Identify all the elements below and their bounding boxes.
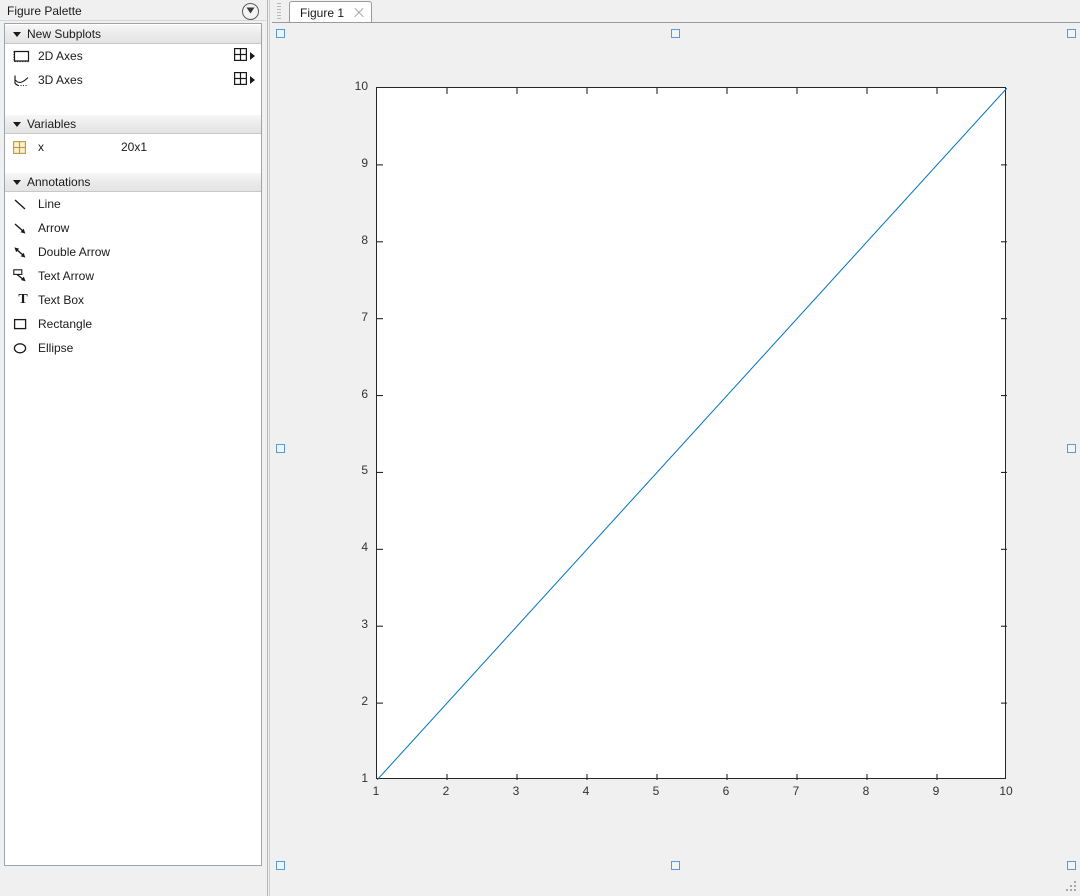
variable-grid-icon bbox=[13, 141, 33, 154]
chevron-down-icon bbox=[13, 180, 21, 185]
close-icon[interactable] bbox=[353, 7, 365, 19]
tab-label: Figure 1 bbox=[300, 6, 344, 20]
palette-item-rectangle[interactable]: Rectangle bbox=[5, 312, 261, 336]
palette-item-label: Arrow bbox=[38, 221, 69, 235]
y-tick-label: 8 bbox=[330, 233, 368, 247]
arrow-icon bbox=[13, 222, 33, 235]
y-tick-label: 1 bbox=[330, 771, 368, 785]
subplot-grid-control[interactable] bbox=[234, 68, 255, 92]
x-tick-label: 6 bbox=[706, 784, 746, 798]
section-label: Annotations bbox=[27, 175, 90, 189]
palette-item-label: Rectangle bbox=[38, 317, 92, 331]
figure-palette-panel: Figure Palette New Subplots bbox=[0, 0, 266, 872]
y-tick-label: 2 bbox=[330, 694, 368, 708]
x-tick-label: 5 bbox=[636, 784, 676, 798]
resize-grip-icon[interactable] bbox=[1065, 881, 1078, 894]
grid-2x2-icon[interactable] bbox=[234, 48, 247, 64]
section-header-annotations[interactable]: Annotations bbox=[5, 172, 261, 192]
chevron-down-icon bbox=[13, 122, 21, 127]
palette-item-label: Ellipse bbox=[38, 341, 73, 355]
y-tick-label: 4 bbox=[330, 540, 368, 554]
palette-item-label: Text Box bbox=[38, 293, 84, 307]
x-tick-label: 2 bbox=[426, 784, 466, 798]
text-box-icon: T bbox=[13, 293, 33, 307]
x-tick-label: 10 bbox=[986, 784, 1026, 798]
section-label: Variables bbox=[27, 117, 76, 131]
handle-top-center[interactable] bbox=[671, 29, 680, 38]
handle-bottom-center[interactable] bbox=[671, 861, 680, 870]
palette-item-label: 2D Axes bbox=[38, 49, 83, 63]
palette-item-label: Line bbox=[38, 197, 61, 211]
ellipse-icon bbox=[13, 342, 33, 355]
splitter-line bbox=[267, 0, 268, 896]
figure-document-area: Figure 1 1 2 3 4 5 6 7 8 9 10 1 2 3 4 5 6 7 8 9 10 bbox=[272, 0, 1080, 896]
palette-titlebar: Figure Palette bbox=[0, 0, 266, 21]
palette-item-3d-axes[interactable]: 3D Axes bbox=[5, 68, 261, 92]
palette-content: New Subplots 2D Axes bbox=[4, 23, 262, 866]
palette-title: Figure Palette bbox=[7, 4, 82, 18]
handle-top-left[interactable] bbox=[276, 29, 285, 38]
palette-item-2d-axes[interactable]: 2D Axes bbox=[5, 44, 261, 68]
y-tick-label: 7 bbox=[330, 310, 368, 324]
y-tick-label: 6 bbox=[330, 387, 368, 401]
palette-item-text-box[interactable]: T Text Box bbox=[5, 288, 261, 312]
x-tick-label: 8 bbox=[846, 784, 886, 798]
section-label: New Subplots bbox=[27, 27, 101, 41]
palette-item-ellipse[interactable]: Ellipse bbox=[5, 336, 261, 360]
palette-item-label: Text Arrow bbox=[38, 269, 94, 283]
figure-tabbar: Figure 1 bbox=[272, 0, 1080, 23]
y-tick-label: 3 bbox=[330, 617, 368, 631]
plot-axes[interactable] bbox=[376, 87, 1006, 779]
handle-middle-right[interactable] bbox=[1067, 444, 1076, 453]
chevron-down-icon bbox=[13, 32, 21, 37]
x-tick-label: 9 bbox=[916, 784, 956, 798]
section-body-annotations: Line Arrow bbox=[5, 192, 261, 360]
tab-figure-1[interactable]: Figure 1 bbox=[289, 1, 372, 23]
x-tick-label: 3 bbox=[496, 784, 536, 798]
text-arrow-icon bbox=[13, 269, 33, 283]
handle-middle-left[interactable] bbox=[276, 444, 285, 453]
x-tick-label: 1 bbox=[356, 784, 396, 798]
undock-dropdown-icon[interactable] bbox=[242, 3, 259, 20]
palette-item-text-arrow[interactable]: Text Arrow bbox=[5, 264, 261, 288]
y-tick-label: 10 bbox=[330, 79, 368, 93]
palette-item-arrow[interactable]: Arrow bbox=[5, 216, 261, 240]
variable-name: x bbox=[38, 140, 44, 154]
chevron-right-icon[interactable] bbox=[250, 76, 255, 84]
line-icon bbox=[13, 198, 33, 211]
axes-2d-icon bbox=[13, 50, 33, 63]
palette-item-line[interactable]: Line bbox=[5, 192, 261, 216]
axes-3d-icon bbox=[13, 74, 33, 87]
drag-gripper-icon[interactable] bbox=[277, 3, 283, 19]
rectangle-icon bbox=[13, 318, 33, 331]
palette-item-double-arrow[interactable]: Double Arrow bbox=[5, 240, 261, 264]
handle-top-right[interactable] bbox=[1067, 29, 1076, 38]
section-body-new-subplots: 2D Axes bbox=[5, 44, 261, 92]
subplot-grid-control[interactable] bbox=[234, 44, 255, 68]
x-tick-label: 7 bbox=[776, 784, 816, 798]
chevron-right-icon[interactable] bbox=[250, 52, 255, 60]
palette-item-label: 3D Axes bbox=[38, 73, 83, 87]
plot-graphics bbox=[377, 88, 1007, 780]
handle-bottom-left[interactable] bbox=[276, 861, 285, 870]
section-body-variables: x 20x1 bbox=[5, 134, 261, 160]
figure-canvas[interactable]: 1 2 3 4 5 6 7 8 9 10 1 2 3 4 5 6 7 8 9 10 bbox=[272, 23, 1080, 896]
section-header-new-subplots[interactable]: New Subplots bbox=[5, 24, 261, 44]
y-tick-label: 9 bbox=[330, 156, 368, 170]
splitter-line-secondary bbox=[269, 0, 270, 896]
grid-2x2-icon[interactable] bbox=[234, 72, 247, 88]
handle-bottom-right[interactable] bbox=[1067, 861, 1076, 870]
palette-item-variable-x[interactable]: x 20x1 bbox=[5, 134, 261, 160]
section-header-variables[interactable]: Variables bbox=[5, 114, 261, 134]
y-tick-label: 5 bbox=[330, 463, 368, 477]
double-arrow-icon bbox=[13, 246, 33, 259]
x-tick-label: 4 bbox=[566, 784, 606, 798]
variable-size: 20x1 bbox=[121, 140, 147, 154]
palette-item-label: Double Arrow bbox=[38, 245, 110, 259]
